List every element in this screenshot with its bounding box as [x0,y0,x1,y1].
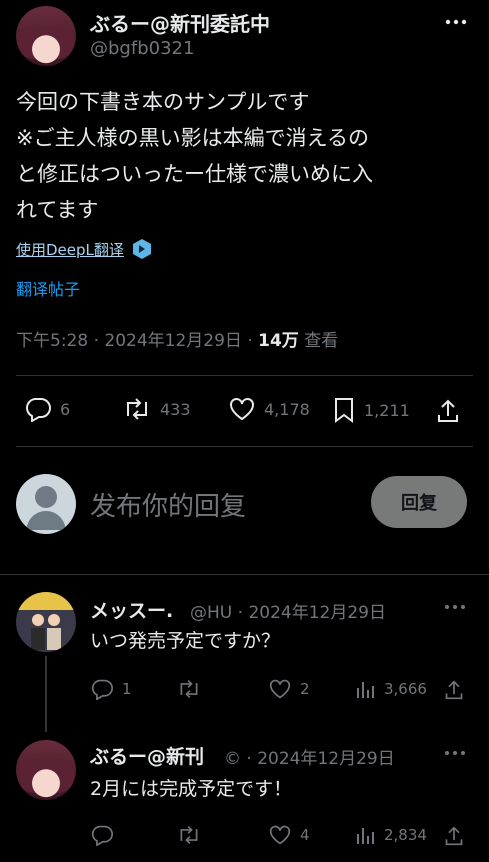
divider [16,375,473,376]
analytics-icon [356,678,376,700]
heart-icon [268,678,292,700]
translate-post-link[interactable]: 翻译帖子 [16,276,80,300]
more-options-icon[interactable] [444,746,466,760]
thread-line [45,656,47,732]
reply-text: 2月には完成予定です！ [90,778,293,800]
like-button[interactable]: 4 [268,824,310,846]
reply-count: 6 [60,399,71,419]
view-count[interactable]: 14万 [258,331,299,351]
bookmark-button[interactable]: 1,211 [332,396,410,424]
deepl-translate-link[interactable]: 使用DeepL翻译 [16,238,152,260]
share-icon[interactable] [444,825,464,847]
reply-icon [24,396,52,422]
heart-icon [268,824,292,846]
view-count-label: 查看 [298,331,339,351]
author-handle[interactable]: @bgfb0321 [90,38,194,59]
user-avatar[interactable] [16,474,76,534]
author-avatar[interactable] [16,6,76,66]
reply-avatar[interactable] [16,592,76,652]
like-button[interactable]: 4,178 [228,396,310,422]
retweet-icon [176,678,202,700]
like-button[interactable]: 2 [268,678,310,700]
deepl-logo-icon [132,238,152,260]
retweet-button[interactable] [176,824,210,846]
retweet-count: 433 [160,399,191,419]
reply-input[interactable]: 发布你的回复 [90,486,246,523]
views-count: 3,666 [384,680,427,698]
like-count: 4,178 [264,399,310,419]
reply-icon [90,678,114,700]
deepl-translate-label: 使用DeepL翻译 [16,240,124,259]
tweet-text-line: 今回の下書き本のサンプルです [16,90,310,114]
divider [0,574,489,575]
share-icon[interactable] [436,398,460,424]
tweet-text-line: と修正はついったー仕様で濃いめに入 [16,162,373,186]
divider [16,446,473,447]
views-button[interactable]: 2,834 [356,824,427,846]
retweet-button[interactable]: 433 [122,396,191,422]
retweet-icon [176,824,202,846]
tweet-text-line: れてます [16,198,99,222]
tweet-timestamp[interactable]: 下午5:28 · 2024年12月29日 · 14万 查看 [16,326,338,351]
author-name[interactable]: ぶるー@新刊委託中 [90,8,270,37]
heart-icon [228,396,256,422]
reply-meta[interactable]: @HU · 2024年12月29日 [190,598,386,623]
tweet-time[interactable]: 下午5:28 · 2024年12月29日 · [16,331,258,351]
views-button[interactable]: 3,666 [356,678,427,700]
reply-submit-button[interactable]: 回复 [371,476,467,528]
share-icon[interactable] [444,679,464,701]
tweet-text-line: ※ご主人様の黒い影は本編で消えるの [16,126,369,150]
tweet-text: 今回の下書き本のサンプルです ※ご主人様の黒い影は本編で消えるの と修正はついっ… [16,84,476,228]
more-options-icon[interactable] [444,12,468,32]
reply-meta[interactable]: © · 2024年12月29日 [224,744,395,769]
like-count: 2 [300,680,310,698]
reply-avatar[interactable] [16,740,76,800]
analytics-icon [356,824,376,846]
bookmark-icon [332,396,356,424]
views-count: 2,834 [384,826,427,844]
reply-name[interactable]: メッスー. [90,596,173,623]
retweet-icon [122,396,152,422]
bookmark-count: 1,211 [364,400,410,420]
reply-button[interactable]: 6 [24,396,70,422]
reply-icon [90,824,114,846]
reply-text: いつ発売予定ですか？ [90,630,281,652]
reply-button[interactable]: 1 [90,678,132,700]
like-count: 4 [300,826,310,844]
reply-count: 1 [122,680,132,698]
retweet-button[interactable] [176,678,210,700]
more-options-icon[interactable] [444,600,466,614]
reply-button[interactable] [90,824,122,846]
reply-name[interactable]: ぶるー@新刊 [90,742,204,769]
